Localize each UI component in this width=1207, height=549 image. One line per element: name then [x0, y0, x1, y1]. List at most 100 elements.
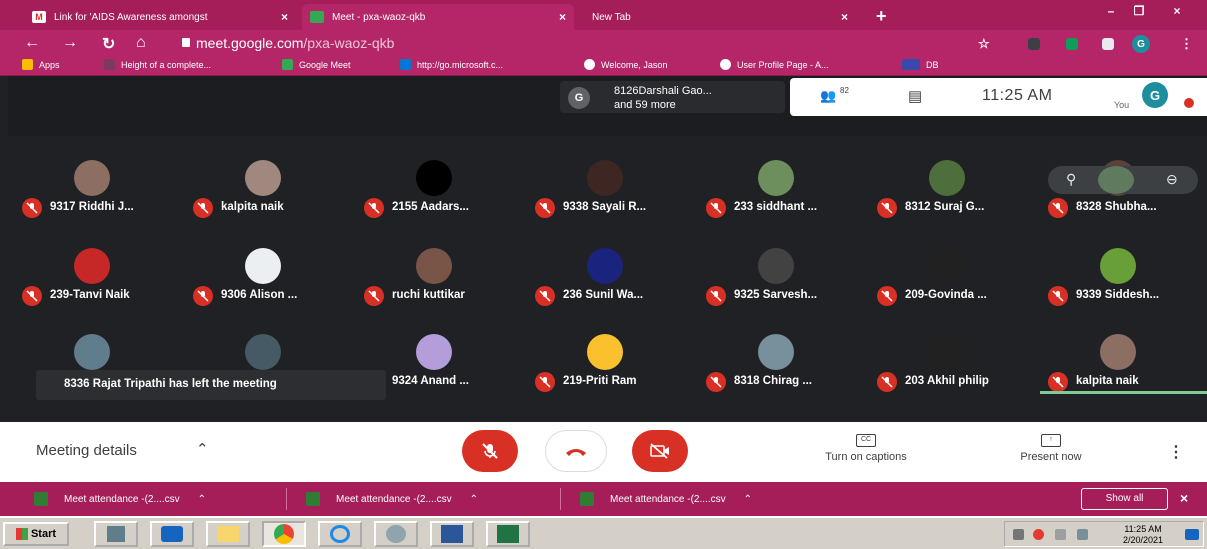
mute-participant-button[interactable] [1098, 166, 1134, 194]
participant-tile[interactable]: 8318 Chirag ... [696, 334, 861, 414]
bookmark-welcome[interactable]: Welcome, Jason [584, 59, 667, 70]
participant-avatar [245, 334, 281, 370]
participant-tile[interactable]: 203 Akhil philip [867, 334, 1032, 414]
taskbar-powershell-icon[interactable] [150, 521, 194, 547]
extension-icon[interactable] [1066, 38, 1078, 50]
participant-tile[interactable]: kalpita naik [1038, 334, 1203, 414]
present-now-button[interactable]: ↑ Present now [996, 434, 1106, 463]
taskbar-ie-icon[interactable] [318, 521, 362, 547]
meet-icon [310, 11, 324, 23]
chat-icon[interactable]: ▤ [908, 87, 922, 105]
participant-tile[interactable]: 9339 Siddesh... [1038, 248, 1203, 328]
bookmark-label: Welcome, Jason [601, 59, 668, 70]
new-tab-plus-icon[interactable]: + [876, 6, 887, 27]
mic-toggle-button[interactable] [462, 430, 518, 472]
meeting-details-button[interactable]: Meeting details [36, 442, 137, 459]
mic-muted-icon [1048, 198, 1068, 218]
people-icon[interactable]: 👥 [820, 88, 836, 104]
divider [560, 488, 561, 510]
tray-network-icon[interactable] [1077, 529, 1088, 540]
mic-muted-icon [364, 286, 384, 306]
taskbar-word-icon[interactable] [430, 521, 474, 547]
screen: M Link for 'AIDS Awareness amongst × Mee… [0, 0, 1207, 549]
gmail-icon: M [32, 11, 46, 23]
participant-avatar [929, 160, 965, 196]
participant-tile[interactable]: 8312 Suraj G... [867, 160, 1032, 240]
participant-tile[interactable]: 2155 Aadars... [354, 160, 519, 240]
close-icon[interactable]: × [559, 10, 566, 24]
home-icon[interactable]: ⌂ [136, 34, 146, 52]
taskbar-network-icon[interactable] [94, 521, 138, 547]
restore-icon[interactable]: ❐ [1126, 4, 1152, 18]
minimize-icon[interactable]: – [1098, 4, 1124, 18]
chevron-up-icon[interactable]: ⌃ [470, 494, 478, 505]
bookmark-height[interactable]: Height of a complete... [104, 59, 211, 70]
lock-icon[interactable] [182, 38, 190, 47]
pin-icon[interactable]: ⚲ [1066, 171, 1076, 188]
participant-tile[interactable]: 9325 Sarvesh... [696, 248, 861, 328]
chevron-up-icon[interactable]: ⌃ [198, 494, 206, 505]
tab-title: Meet - pxa-waoz-qkb [332, 11, 426, 23]
participant-tile[interactable]: 219-Priti Ram [525, 334, 690, 414]
presenter-chip[interactable]: G 8126Darshali Gao... and 59 more [560, 81, 785, 113]
download-item[interactable]: Meet attendance -(2....csv ⌃ [34, 492, 206, 506]
participant-tile[interactable]: 233 siddhant ... [696, 160, 861, 240]
participant-tile[interactable]: 9317 Riddhi J... [12, 160, 177, 240]
leave-call-button[interactable] [545, 430, 607, 472]
url-input[interactable]: meet.google.com/pxa-waoz-qkb [196, 35, 394, 51]
bookmark-microsoft[interactable]: http://go.microsoft.c... [400, 59, 503, 70]
mic-muted-icon [22, 286, 42, 306]
extension-icon[interactable] [1028, 38, 1040, 50]
forward-icon[interactable]: → [62, 34, 78, 52]
self-avatar[interactable]: G [1142, 82, 1168, 108]
chevron-up-icon[interactable]: ⌃ [196, 440, 209, 458]
taskbar-app-icon[interactable] [374, 521, 418, 547]
participant-name: 9339 Siddesh... [1076, 289, 1160, 301]
download-item[interactable]: Meet attendance -(2....csv ⌃ [580, 492, 752, 506]
participant-tile[interactable]: 236 Sunil Wa... [525, 248, 690, 328]
participant-tile[interactable]: 209-Govinda ... [867, 248, 1032, 328]
tray-chevron-icon[interactable] [1013, 529, 1024, 540]
tab-new[interactable]: New Tab × [584, 4, 856, 30]
taskbar-chrome-icon[interactable] [262, 521, 306, 547]
download-item[interactable]: Meet attendance -(2....csv ⌃ [306, 492, 478, 506]
more-options-icon[interactable]: ⋮ [1168, 442, 1184, 462]
bookmark-google-meet[interactable]: Google Meet [282, 59, 351, 70]
participant-tile[interactable]: 239-Tanvi Naik [12, 248, 177, 328]
show-desktop-icon[interactable] [1185, 529, 1199, 540]
tab-gmail[interactable]: M Link for 'AIDS Awareness amongst × [24, 4, 296, 30]
back-icon[interactable]: ← [24, 34, 40, 52]
presenter-line1: 8126Darshali Gao... [614, 85, 712, 97]
bookmark-apps[interactable]: Apps [22, 59, 60, 70]
captions-button[interactable]: CC Turn on captions [798, 434, 934, 463]
profile-avatar[interactable]: G [1132, 35, 1150, 53]
tray-antivirus-icon[interactable] [1033, 529, 1044, 540]
remove-icon[interactable]: ⊖ [1166, 171, 1178, 188]
participant-tile[interactable]: ruchi kuttikar [354, 248, 519, 328]
github-icon [584, 59, 595, 70]
tray-flag-icon[interactable] [1055, 529, 1066, 540]
taskbar-explorer-icon[interactable] [206, 521, 250, 547]
puzzle-icon[interactable] [1102, 38, 1114, 50]
chevron-up-icon[interactable]: ⌃ [744, 494, 752, 505]
menu-dots-icon[interactable]: ⋮ [1180, 36, 1193, 52]
close-icon[interactable]: × [841, 10, 848, 24]
mic-muted-icon [706, 198, 726, 218]
participant-tile[interactable]: 9338 Sayali R... [525, 160, 690, 240]
windows-taskbar: Start 11:25 AM 2/20/2021 [0, 516, 1207, 549]
tray-clock[interactable]: 11:25 AM 2/20/2021 [1123, 524, 1163, 546]
bookmark-star-icon[interactable]: ☆ [978, 36, 990, 52]
start-button[interactable]: Start [3, 522, 69, 546]
reload-icon[interactable]: ↻ [102, 34, 115, 54]
bookmark-user-profile[interactable]: User Profile Page - A... [720, 59, 829, 70]
participant-tile[interactable]: kalpita naik [183, 160, 348, 240]
window-close-icon[interactable]: × [1164, 4, 1190, 18]
camera-toggle-button[interactable] [632, 430, 688, 472]
bookmark-db[interactable]: DB [902, 59, 939, 70]
show-all-button[interactable]: Show all [1081, 488, 1168, 510]
close-icon[interactable]: × [281, 10, 288, 24]
tab-meet[interactable]: Meet - pxa-waoz-qkb × [302, 4, 574, 30]
taskbar-excel-icon[interactable] [486, 521, 530, 547]
participant-tile[interactable]: 9306 Alison ... [183, 248, 348, 328]
close-icon[interactable]: × [1180, 490, 1188, 506]
